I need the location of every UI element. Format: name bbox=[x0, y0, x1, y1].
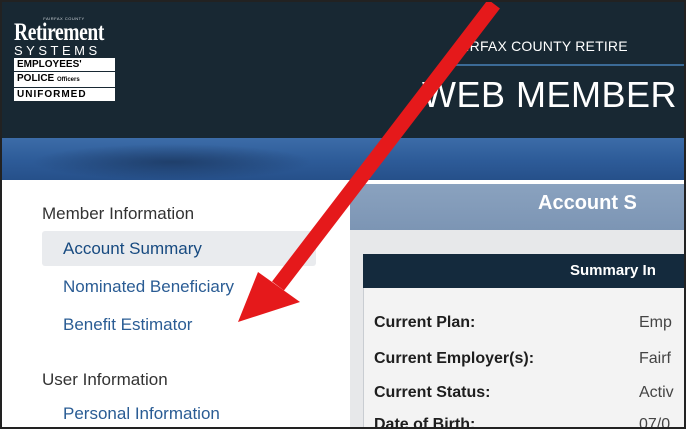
sidebar-section-user: User Information bbox=[42, 370, 168, 389]
current-employer-value: Fairf bbox=[639, 350, 671, 367]
retirement-systems-logo[interactable]: FAIRFAX COUNTY Retirement SYSTEMS EMPLOY… bbox=[14, 16, 132, 101]
date-of-birth-value: 07/0 bbox=[639, 416, 671, 429]
site-header: FAIRFAX COUNTY Retirement SYSTEMS EMPLOY… bbox=[2, 2, 684, 138]
county-name: AIRFAX COUNTY RETIRE bbox=[456, 38, 628, 54]
page-title: WEB MEMBER bbox=[422, 74, 678, 115]
current-employer-label: Current Employer(s): bbox=[374, 350, 535, 367]
current-plan-label: Current Plan: bbox=[374, 314, 476, 331]
sidebar-section-member: Member Information bbox=[42, 204, 195, 223]
sidebar-item-nominated-beneficiary[interactable]: Nominated Beneficiary bbox=[42, 269, 316, 304]
logo-retirement-text: Retirement bbox=[14, 19, 104, 46]
logo-police-tag: POLICE Officers bbox=[14, 72, 115, 87]
logo-employees-tag: EMPLOYEES' bbox=[14, 58, 115, 71]
current-plan-value: Emp bbox=[639, 314, 672, 331]
logo-police-text: POLICE bbox=[17, 73, 55, 84]
header-divider bbox=[456, 64, 684, 66]
summary-card-title: Summary In bbox=[570, 262, 656, 279]
current-status-value: Activ bbox=[639, 384, 674, 401]
sidebar-item-account-summary[interactable]: Account Summary bbox=[42, 231, 316, 266]
app-window: FAIRFAX COUNTY Retirement SYSTEMS EMPLOY… bbox=[0, 0, 686, 429]
sidebar-item-personal-information[interactable]: Personal Information bbox=[42, 396, 316, 427]
sidebar-item-benefit-estimator[interactable]: Benefit Estimator bbox=[42, 307, 316, 342]
current-status-label: Current Status: bbox=[374, 384, 491, 401]
date-of-birth-label: Date of Birth: bbox=[374, 416, 476, 429]
logo-officers-text: Officers bbox=[57, 77, 80, 83]
logo-uniformed-tag: UNIFORMED bbox=[14, 88, 115, 101]
nav-band bbox=[2, 138, 684, 180]
main-tab-title: Account S bbox=[538, 192, 637, 214]
